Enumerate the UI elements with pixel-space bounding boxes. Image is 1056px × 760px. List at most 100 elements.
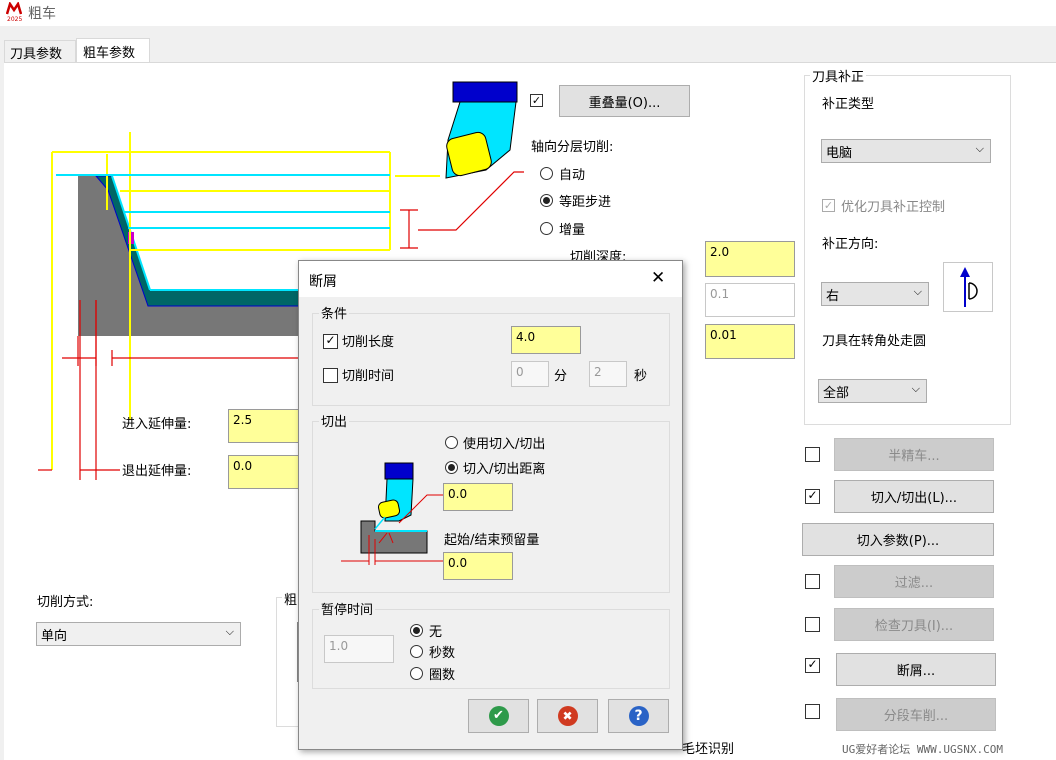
- optimize-comp-label: 优化刀具补正控制: [841, 200, 946, 215]
- watermark: UG爱好者论坛 WWW.UGSNX.COM: [842, 743, 1003, 756]
- use-entry-exit-label: 使用切入/切出: [463, 437, 546, 452]
- semi-finish-checkbox[interactable]: [805, 447, 820, 462]
- app-logo-icon: 2025: [5, 1, 22, 23]
- cut-time-label: 切削时间: [342, 369, 395, 384]
- axial-layer-label: 轴向分层切削:: [531, 140, 614, 155]
- window-title: 粗车: [28, 6, 56, 22]
- param-field-2[interactable]: 0.1: [705, 283, 795, 317]
- entry-params-label: 切入参数(P)...: [856, 534, 940, 549]
- comp-dir-label: 补正方向:: [822, 237, 879, 252]
- tab-rough-params[interactable]: 粗车参数: [76, 38, 150, 63]
- check-tool-checkbox[interactable]: [805, 617, 820, 632]
- cut-method-select[interactable]: 单向 ⌵: [36, 622, 241, 646]
- retract-title: 切出: [319, 411, 350, 430]
- cut-method-label: 切削方式:: [37, 595, 94, 610]
- optimize-comp-checkbox[interactable]: ✓: [822, 199, 835, 212]
- workpiece: [78, 175, 301, 336]
- start-end-allow-field[interactable]: 0.0: [443, 552, 513, 580]
- axial-option-increment-radio[interactable]: [540, 222, 553, 235]
- seconds-unit: 秒: [634, 369, 648, 384]
- dialog-title: 断屑: [309, 274, 337, 290]
- filter-checkbox[interactable]: [805, 574, 820, 589]
- cut-time-checkbox[interactable]: [323, 368, 338, 383]
- cancel-button[interactable]: ✖: [537, 699, 598, 733]
- exit-ext-field[interactable]: 0.0: [228, 455, 300, 489]
- help-button[interactable]: ?: [608, 699, 669, 733]
- tab-tool-params-label: 刀具参数: [10, 47, 63, 62]
- tool-comp-title: 刀具补正: [810, 66, 867, 85]
- dwell-revs-radio[interactable]: [410, 667, 423, 680]
- dwell-none-label: 无: [429, 625, 443, 640]
- tab-strip: 刀具参数 粗车参数: [0, 38, 1056, 63]
- entry-params-button[interactable]: 切入参数(P)...: [802, 523, 994, 556]
- chip-break-label: 断屑...: [896, 664, 936, 679]
- comp-type-label: 补正类型: [822, 97, 875, 112]
- ok-button[interactable]: ✔: [468, 699, 529, 733]
- filter-label: 过滤...: [894, 576, 934, 591]
- comp-dir-value: 右: [826, 289, 840, 304]
- axial-option-equal-step-label: 等距步进: [559, 195, 612, 210]
- stock-recognition-label: 毛坯识别: [682, 742, 735, 757]
- title-bar: 2025 粗车: [0, 0, 1056, 26]
- corner-select[interactable]: 全部 ⌵: [818, 379, 927, 403]
- axial-option-equal-step-radio[interactable]: [540, 194, 553, 207]
- start-end-allow-label: 起始/结束预留量: [444, 533, 540, 548]
- semi-finish-button[interactable]: 半精车...: [834, 438, 994, 471]
- chip-break-checkbox[interactable]: ✓: [805, 658, 820, 673]
- chevron-down-icon: ⌵: [975, 142, 984, 155]
- filter-button[interactable]: 过滤...: [834, 565, 994, 598]
- chevron-down-icon: ⌵: [911, 382, 920, 395]
- check-tool-label: 检查刀具(I)...: [874, 619, 954, 634]
- entry-exit-dist-label: 切入/切出距离: [463, 462, 546, 477]
- entry-ext-field[interactable]: 2.5: [228, 409, 300, 443]
- overlap-checkbox[interactable]: ✓: [530, 94, 543, 107]
- logo-year: 2025: [7, 16, 22, 22]
- axial-option-auto-radio[interactable]: [540, 167, 553, 180]
- entry-exit-button[interactable]: 切入/切出(L)...: [834, 480, 994, 513]
- cut-length-field[interactable]: 4.0: [511, 326, 581, 354]
- tab-rough-params-label: 粗车参数: [83, 46, 136, 61]
- chevron-down-icon: ⌵: [913, 285, 922, 298]
- corner-label: 刀具在转角处走圆: [822, 334, 927, 349]
- use-entry-exit-radio[interactable]: [445, 436, 458, 449]
- comp-dir-select[interactable]: 右 ⌵: [821, 282, 929, 306]
- conditions-title: 条件: [319, 303, 350, 322]
- comp-type-value: 电脑: [826, 146, 853, 161]
- exit-ext-label: 退出延伸量:: [122, 464, 192, 479]
- overlap-button[interactable]: 重叠量(O)...: [559, 85, 690, 117]
- close-icon[interactable]: ✕: [651, 268, 665, 288]
- dwell-revs-label: 圈数: [429, 668, 456, 683]
- minutes-unit: 分: [554, 369, 568, 384]
- cut-length-label: 切削长度: [342, 335, 395, 350]
- comp-type-select[interactable]: 电脑 ⌵: [821, 139, 991, 163]
- check-tool-button[interactable]: 检查刀具(I)...: [834, 608, 994, 641]
- chip-break-button[interactable]: 断屑...: [836, 653, 996, 686]
- ok-icon: ✔: [488, 706, 509, 726]
- minutes-field[interactable]: 0: [511, 361, 549, 387]
- cut-depth-field[interactable]: 2.0: [705, 241, 795, 277]
- rough-group-title: 粗: [282, 589, 300, 608]
- dwell-title: 暂停时间: [319, 599, 376, 618]
- tab-tool-params[interactable]: 刀具参数: [4, 40, 76, 62]
- segment-turn-checkbox[interactable]: [805, 704, 820, 719]
- chevron-down-icon: ⌵: [225, 625, 234, 638]
- cut-length-checkbox[interactable]: ✓: [323, 334, 338, 349]
- seconds-field[interactable]: 2: [589, 361, 627, 387]
- dwell-seconds-label: 秒数: [429, 646, 456, 661]
- entry-ext-label: 进入延伸量:: [122, 417, 192, 432]
- cut-method-value: 单向: [41, 629, 68, 644]
- conditions-group: [312, 313, 670, 406]
- entry-exit-label: 切入/切出(L)...: [870, 491, 958, 506]
- axial-option-increment-label: 增量: [559, 223, 586, 238]
- axial-option-auto-label: 自动: [559, 168, 586, 183]
- tool-icon: [445, 81, 518, 179]
- dwell-seconds-radio[interactable]: [410, 645, 423, 658]
- entry-exit-checkbox[interactable]: ✓: [805, 489, 820, 504]
- param-field-3[interactable]: 0.01: [705, 324, 795, 359]
- segment-turn-label: 分段车削...: [883, 709, 949, 724]
- dwell-none-radio[interactable]: [410, 624, 423, 637]
- overlap-button-label: 重叠量(O)...: [588, 95, 661, 111]
- dwell-field[interactable]: 1.0: [324, 635, 394, 663]
- semi-finish-label: 半精车...: [888, 449, 940, 464]
- segment-turn-button[interactable]: 分段车削...: [836, 698, 996, 731]
